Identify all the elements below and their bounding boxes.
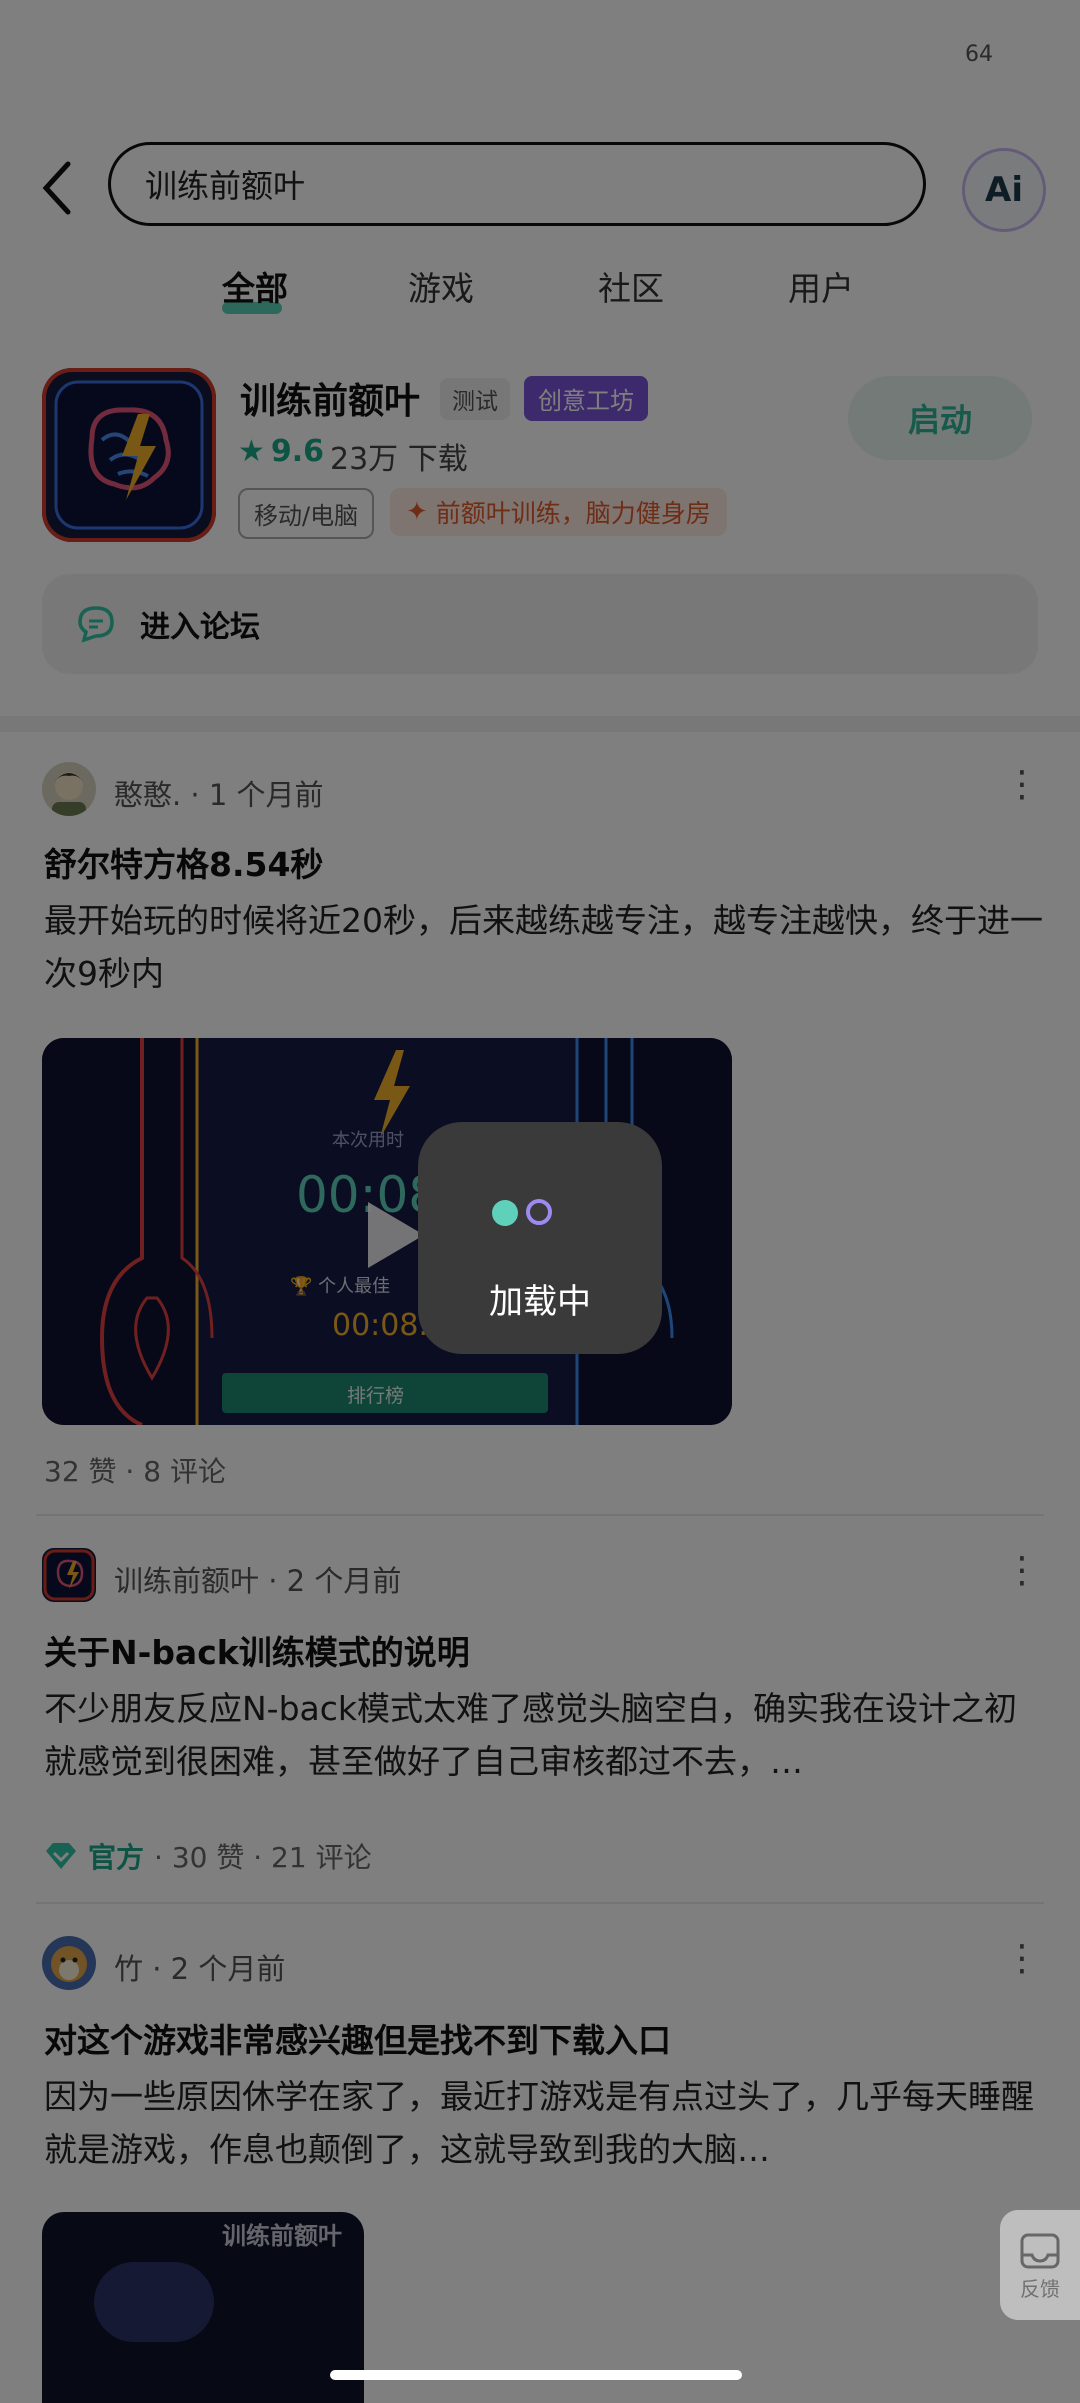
loading-dot-filled xyxy=(492,1200,518,1226)
feedback-button[interactable]: 反馈 xyxy=(1000,2210,1080,2320)
loading-dot-ring xyxy=(526,1199,552,1225)
inbox-icon xyxy=(1020,2233,1060,2268)
home-indicator[interactable] xyxy=(330,2370,742,2380)
loading-label: 加载中 xyxy=(489,1282,591,1322)
